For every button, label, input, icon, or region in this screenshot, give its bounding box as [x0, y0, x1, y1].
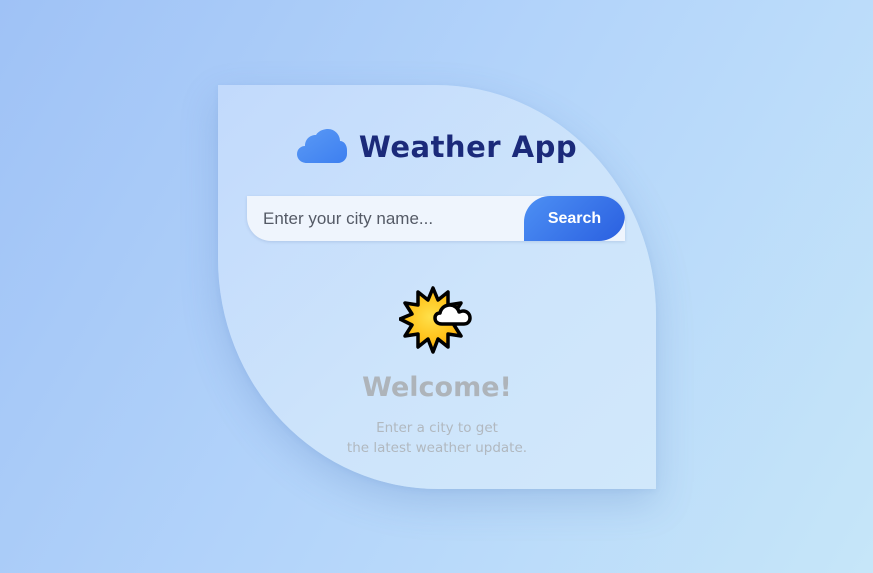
- welcome-line-2: the latest weather update.: [346, 440, 528, 456]
- search-bar: Search: [247, 196, 625, 241]
- welcome-heading: Welcome!: [362, 372, 512, 403]
- cloud-icon: [296, 129, 347, 165]
- app-header: Weather App: [218, 129, 656, 165]
- welcome-message: Enter a city to get the latest weather u…: [218, 418, 656, 458]
- welcome-line-1: Enter a city to get: [376, 420, 498, 436]
- weather-card: Weather App Search Welcome! Enter a city…: [218, 85, 656, 489]
- app-title: Weather App: [358, 130, 578, 164]
- search-button[interactable]: Search: [524, 196, 625, 241]
- city-search-input[interactable]: [247, 196, 524, 241]
- sun-behind-cloud-icon: [398, 285, 475, 357]
